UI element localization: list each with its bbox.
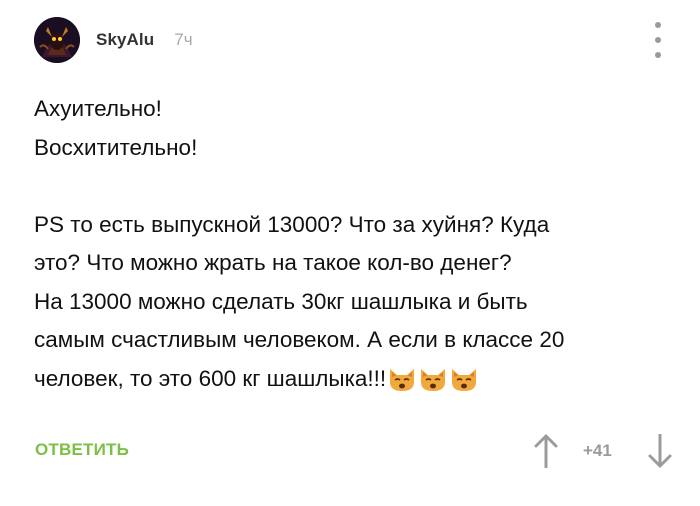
- weary-cat-face-icon: [387, 366, 417, 392]
- comment-line: PS то есть выпускной 13000? Что за хуйня…: [34, 211, 550, 237]
- comment-header: SkyAlu 7ч: [34, 16, 193, 64]
- comment-timestamp: 7ч: [174, 30, 193, 49]
- avatar[interactable]: [34, 17, 80, 63]
- comment-line: это? Что можно жрать на такое кол-во ден…: [34, 250, 512, 275]
- comment-blank-line: [34, 167, 684, 206]
- more-options-icon[interactable]: [650, 22, 666, 58]
- comment-body: Ахуительно! Восхитительно! PS то есть вы…: [34, 90, 684, 398]
- rating-score: +41: [583, 441, 612, 460]
- avatar-image: [34, 17, 80, 63]
- arrow-up-icon[interactable]: [533, 434, 559, 473]
- comment-line-text: человек, то это 600 кг шашлыка!!!: [34, 365, 387, 391]
- author-name[interactable]: SkyAlu: [96, 30, 154, 50]
- comment-actions: ОТВЕТИТЬ +41: [0, 430, 700, 470]
- weary-cat-face-icon: [449, 366, 479, 392]
- arrow-down-icon[interactable]: [647, 433, 673, 473]
- more-dot: [655, 52, 661, 58]
- more-dot: [655, 22, 661, 28]
- comment-line: Восхитительно!: [34, 134, 198, 160]
- weary-cat-face-icon: [418, 366, 448, 392]
- comment-line-last: человек, то это 600 кг шашлыка!!!: [34, 360, 684, 399]
- comment-line: самым счастливым человеком. А если в кла…: [34, 327, 565, 352]
- more-dot: [655, 37, 661, 43]
- comment-line: Ахуительно!: [34, 96, 162, 121]
- comment-line: На 13000 можно сделать 30кг шашлыка и бы…: [34, 288, 528, 314]
- reply-button[interactable]: ОТВЕТИТЬ: [35, 440, 129, 460]
